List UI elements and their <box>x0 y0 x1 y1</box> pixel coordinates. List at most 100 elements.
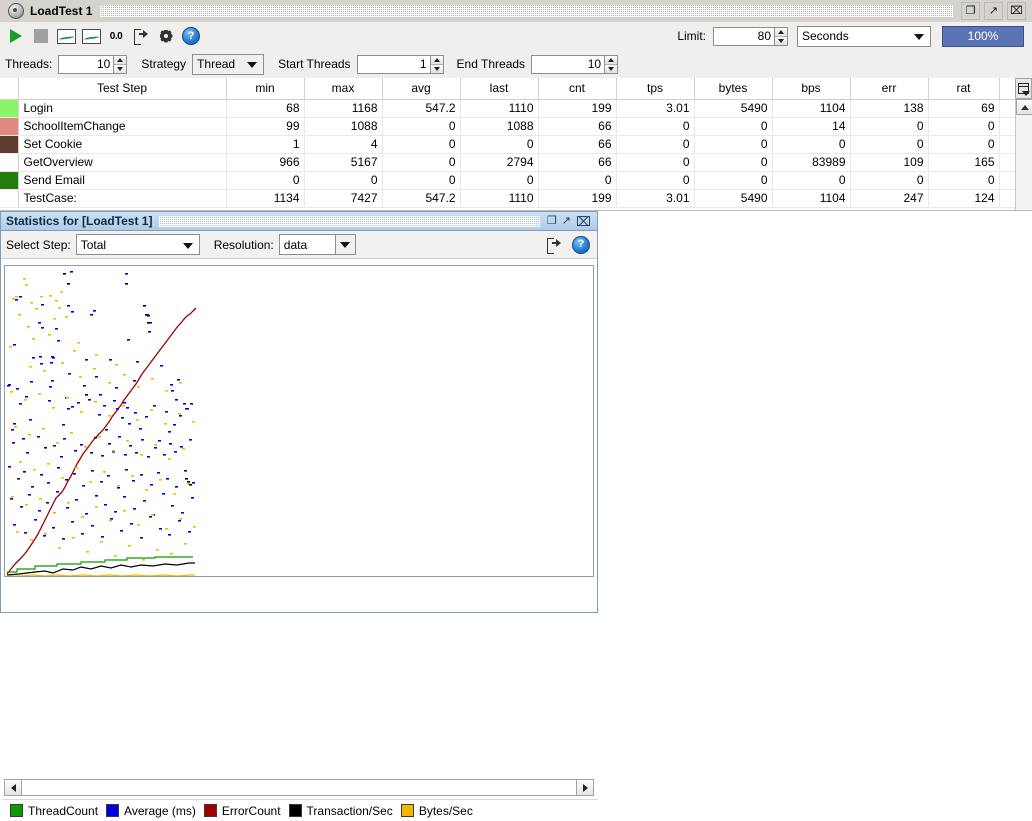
end-threads-spin-down[interactable] <box>605 64 618 73</box>
chart-scroll-left-button[interactable] <box>5 780 22 795</box>
row-test-step-name: GetOverview <box>18 153 227 172</box>
threads-spin-up[interactable] <box>114 55 127 65</box>
table-header-tps[interactable]: tps <box>616 78 695 100</box>
statistics-history-button[interactable] <box>81 26 101 46</box>
table-header-bytes[interactable]: bytes <box>694 78 773 100</box>
table-header-min[interactable]: min <box>226 78 305 100</box>
limit-spin-down[interactable] <box>775 36 787 45</box>
table-header-cnt[interactable]: cnt <box>538 78 617 100</box>
statistics-export-button[interactable] <box>547 237 562 254</box>
statistics-chart[interactable] <box>4 265 594 577</box>
scroll-up-button[interactable] <box>1016 99 1032 115</box>
export-button[interactable] <box>131 26 151 46</box>
end-threads-spin-up[interactable] <box>605 55 618 65</box>
table-row[interactable]: Send Email 0 0 0 0 0 0 0 0 0 0 <box>0 171 1018 190</box>
close-panel-button[interactable]: ⌧ <box>576 215 591 228</box>
row-cell-min: 99 <box>226 117 305 136</box>
statistics-button[interactable] <box>56 26 76 46</box>
table-header-avg[interactable]: avg <box>382 78 461 100</box>
table-row[interactable]: Login 68 1168 547.2 1110 199 3.01 5490 1104 138 69 <box>0 99 1018 118</box>
legend-item[interactable]: ThreadCount <box>10 804 98 818</box>
row-cell-rat: 124 <box>928 189 1000 208</box>
legend-item[interactable]: Bytes/Sec <box>400 804 473 818</box>
start-threads-input[interactable] <box>356 54 430 74</box>
close-button[interactable]: ⌧ <box>1007 2 1026 20</box>
table-header-test-step[interactable]: Test Step <box>18 78 227 100</box>
start-threads-spin-down[interactable] <box>430 64 443 73</box>
row-color-swatch <box>0 153 19 172</box>
limit-input[interactable] <box>713 26 774 46</box>
chart-series-bytes-sec <box>7 574 195 576</box>
table-header-err[interactable]: err <box>850 78 929 100</box>
help-icon: ? <box>182 27 200 45</box>
row-cell-tps: 3.01 <box>616 189 695 208</box>
row-cell-bytes: 0 <box>694 171 773 190</box>
chart-icon <box>56 28 76 44</box>
table-row[interactable]: GetOverview 966 5167 0 2794 66 0 0 83989 109 165 <box>0 153 1018 172</box>
select-step-select[interactable]: Total <box>75 234 200 255</box>
table-row[interactable]: SchoolItemChange 99 1088 0 1088 66 0 0 14 0 0 <box>0 117 1018 136</box>
table-body: Login 68 1168 547.2 1110 199 3.01 5490 1104 138 69… <box>0 99 1018 208</box>
chart-scroll-right-button[interactable] <box>576 780 593 795</box>
table-row[interactable]: TestCase: 1134 7427 547.2 1110 199 3.01 5490 110… <box>0 189 1018 208</box>
row-cell-last: 1110 <box>460 99 539 118</box>
chart-horizontal-scrollbar[interactable] <box>4 779 594 796</box>
legend-item[interactable]: Transaction/Sec <box>288 804 393 818</box>
restore-button[interactable]: ❐ <box>961 2 980 20</box>
table-header-last[interactable]: last <box>460 78 539 100</box>
resolution-dropdown-button[interactable] <box>334 235 355 254</box>
row-cell-bytes: 0 <box>694 153 773 172</box>
row-cell-err: 109 <box>850 153 929 172</box>
limit-spin-buttons[interactable] <box>774 26 788 46</box>
run-button[interactable] <box>6 26 26 46</box>
chart-scroll-track[interactable] <box>22 780 576 795</box>
close-icon: ⌧ <box>1010 4 1023 17</box>
threads-input[interactable] <box>58 54 114 74</box>
row-cell-err: 0 <box>850 117 929 136</box>
row-cell-bps: 0 <box>772 171 851 190</box>
stop-button[interactable] <box>31 26 51 46</box>
limit-stepper[interactable] <box>713 26 788 46</box>
row-cell-cnt: 199 <box>538 99 617 118</box>
table-header-rat[interactable]: rat <box>928 78 1000 100</box>
start-threads-stepper[interactable] <box>356 54 444 74</box>
table-row[interactable]: Set Cookie 1 4 0 0 66 0 0 0 0 0 <box>0 135 1018 154</box>
row-cell-cnt: 66 <box>538 153 617 172</box>
column-chooser-button[interactable] <box>1015 78 1032 99</box>
threads-stepper[interactable] <box>58 54 128 74</box>
legend-item[interactable]: Average (ms) <box>106 804 196 818</box>
maximize-button[interactable]: ↗ <box>984 2 1003 20</box>
end-threads-stepper[interactable] <box>531 54 619 74</box>
row-cell-tps: 0 <box>616 153 695 172</box>
limit-unit-select[interactable]: Seconds <box>797 25 931 47</box>
resolution-value: data <box>283 237 308 252</box>
start-threads-spin-buttons[interactable] <box>429 54 444 74</box>
table-header-bps[interactable]: bps <box>772 78 851 100</box>
row-cell-avg: 0 <box>382 135 461 154</box>
end-threads-input[interactable] <box>531 54 605 74</box>
chart-canvas <box>6 271 197 576</box>
restore-panel-button[interactable]: ❐ <box>547 215 557 227</box>
maximize-panel-button[interactable]: ↗ <box>562 215 571 227</box>
statistics-help-button[interactable]: ? <box>572 235 590 254</box>
threads-spin-down[interactable] <box>114 64 127 73</box>
strategy-select[interactable]: Thread <box>192 53 265 75</box>
reset-statistics-button[interactable]: 0.0 <box>106 26 126 46</box>
help-button[interactable]: ? <box>181 26 201 46</box>
limit-spin-up[interactable] <box>775 27 787 37</box>
chevron-down-icon <box>247 62 258 68</box>
legend-item[interactable]: ErrorCount <box>203 804 281 818</box>
row-cell-bps: 83989 <box>772 153 851 172</box>
limit-label: Limit: <box>677 29 706 43</box>
threads-spin-buttons[interactable] <box>113 54 128 74</box>
table-vertical-scrollbar[interactable] <box>1015 99 1032 210</box>
loadtest-window: LoadTest 1 ❐ ↗ ⌧ 0.0 ? Limit: 80 Seconds… <box>0 0 1032 821</box>
table-header-max[interactable]: max <box>304 78 383 100</box>
resolution-select[interactable]: data <box>278 234 356 255</box>
start-threads-spin-up[interactable] <box>430 55 443 65</box>
window-titlebar: LoadTest 1 ❐ ↗ ⌧ <box>0 0 1032 23</box>
options-button[interactable] <box>156 26 176 46</box>
row-cell-avg: 0 <box>382 171 461 190</box>
end-threads-spin-buttons[interactable] <box>604 54 619 74</box>
results-table: Test Step min max avg last cnt tps bytes bps err r… <box>0 78 1032 211</box>
